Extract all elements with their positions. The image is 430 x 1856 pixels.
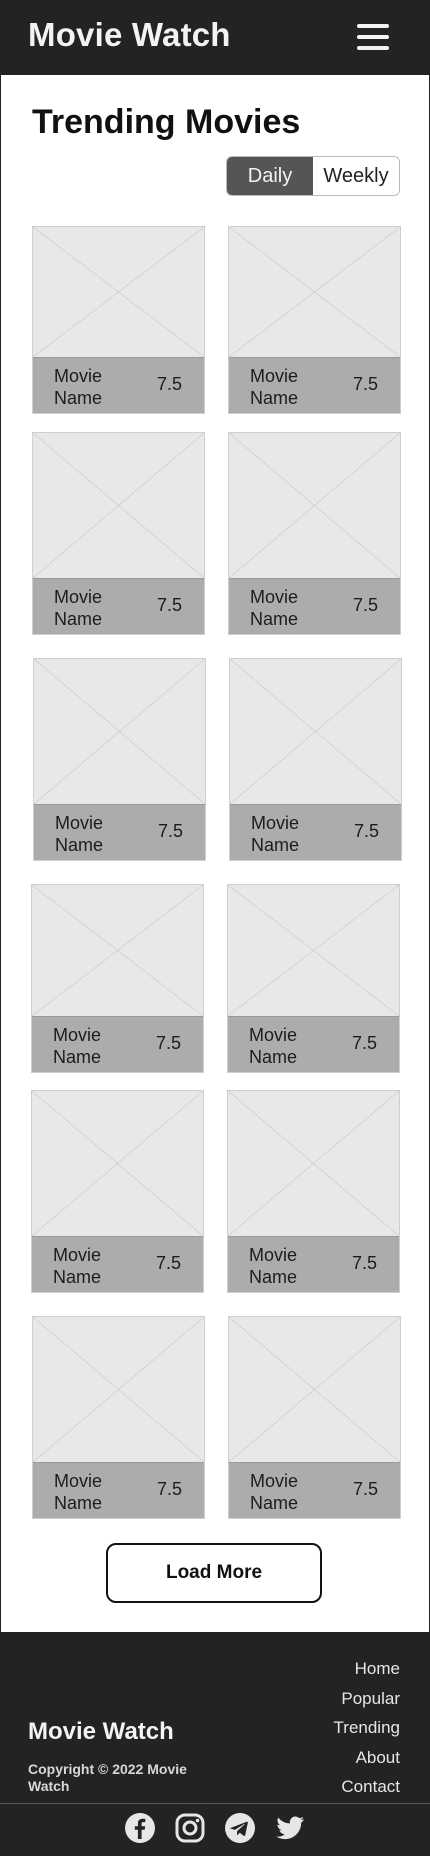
image-placeholder-icon (229, 227, 400, 357)
card-caption: Movie Name 7.5 (230, 804, 401, 860)
image-placeholder-icon (228, 1091, 399, 1236)
card-caption: Movie Name 7.5 (32, 1236, 203, 1292)
social-links (0, 1812, 430, 1848)
card-caption: Movie Name 7.5 (229, 1462, 400, 1518)
movie-name: Movie Name (54, 587, 103, 629)
footer-link-trending[interactable]: Trending (334, 1713, 400, 1743)
card-caption: Movie Name 7.5 (228, 1016, 399, 1072)
footer-link-popular[interactable]: Popular (334, 1684, 400, 1714)
poster-placeholder (32, 1091, 203, 1236)
poster-placeholder (229, 227, 400, 357)
card-caption: Movie Name 7.5 (33, 578, 204, 634)
movie-name: Movie Name (250, 587, 299, 629)
image-placeholder-icon (32, 1091, 203, 1236)
movie-name: Movie Name (249, 1025, 298, 1067)
poster-placeholder (230, 659, 401, 804)
footer-brand[interactable]: Movie Watch (28, 1718, 174, 1746)
poster-placeholder (229, 433, 400, 578)
movie-rating: 7.5 (156, 374, 182, 394)
image-placeholder-icon (229, 1317, 400, 1462)
menu-bar-1 (357, 24, 389, 28)
movie-card[interactable]: Movie Name 7.5 (31, 884, 204, 1073)
movie-rating: 7.5 (157, 821, 183, 841)
movie-name: Movie Name (249, 1245, 298, 1287)
menu-bar-3 (357, 46, 389, 50)
movie-card[interactable]: Movie Name 7.5 (227, 884, 400, 1073)
poster-placeholder (32, 885, 203, 1016)
movie-rating: 7.5 (352, 374, 378, 394)
toggle-daily[interactable]: Daily (227, 157, 313, 195)
movie-rating: 7.5 (156, 595, 182, 615)
movie-card[interactable]: Movie Name 7.5 (228, 1316, 401, 1519)
movie-card[interactable]: Movie Name 7.5 (229, 658, 402, 861)
footer-link-contact[interactable]: Contact (334, 1772, 400, 1802)
footer-link-home[interactable]: Home (334, 1654, 400, 1684)
movie-name: Movie Name (250, 1471, 299, 1513)
image-placeholder-icon (230, 659, 401, 804)
movie-name: Movie Name (251, 813, 300, 855)
image-placeholder-icon (34, 659, 205, 804)
image-placeholder-icon (32, 885, 203, 1016)
movie-card[interactable]: Movie Name 7.5 (33, 658, 206, 861)
card-caption: Movie Name 7.5 (228, 1236, 399, 1292)
load-more-button[interactable]: Load More (106, 1543, 322, 1603)
card-caption: Movie Name 7.5 (33, 1462, 204, 1518)
site-footer: Movie Watch Copyright © 2022 Movie Watch… (0, 1632, 430, 1856)
movie-rating: 7.5 (351, 1033, 377, 1053)
movie-name: Movie Name (54, 1471, 103, 1513)
poster-placeholder (228, 885, 399, 1016)
image-placeholder-icon (229, 433, 400, 578)
movie-rating: 7.5 (351, 1253, 377, 1273)
card-caption: Movie Name 7.5 (229, 578, 400, 634)
image-placeholder-icon (228, 885, 399, 1016)
poster-placeholder (33, 433, 204, 578)
movie-card[interactable]: Movie Name 7.5 (228, 226, 401, 414)
poster-placeholder (33, 227, 204, 357)
top-navbar: Movie Watch (0, 0, 430, 75)
copyright-text: Copyright © 2022 Movie Watch (28, 1761, 187, 1794)
poster-placeholder (228, 1091, 399, 1236)
footer-divider (0, 1803, 430, 1804)
footer-link-about[interactable]: About (334, 1743, 400, 1773)
movie-rating: 7.5 (352, 595, 378, 615)
period-toggle: Daily Weekly (226, 156, 400, 196)
telegram-icon[interactable] (224, 1812, 256, 1844)
card-caption: Movie Name 7.5 (34, 804, 205, 860)
movie-rating: 7.5 (155, 1033, 181, 1053)
movie-card[interactable]: Movie Name 7.5 (228, 432, 401, 635)
movie-card[interactable]: Movie Name 7.5 (31, 1090, 204, 1293)
brand-logo[interactable]: Movie Watch (28, 16, 231, 54)
instagram-icon[interactable] (174, 1812, 206, 1844)
card-caption: Movie Name 7.5 (229, 357, 400, 413)
movie-card[interactable]: Movie Name 7.5 (32, 226, 205, 414)
card-caption: Movie Name 7.5 (33, 357, 204, 413)
twitter-icon[interactable] (274, 1812, 306, 1844)
movie-card[interactable]: Movie Name 7.5 (227, 1090, 400, 1293)
toggle-weekly[interactable]: Weekly (313, 157, 399, 195)
movie-name: Movie Name (250, 366, 299, 408)
page-title: Trending Movies (32, 103, 301, 141)
movie-name: Movie Name (53, 1245, 102, 1287)
image-placeholder-icon (33, 1317, 204, 1462)
movie-rating: 7.5 (156, 1479, 182, 1499)
movie-rating: 7.5 (155, 1253, 181, 1273)
poster-placeholder (229, 1317, 400, 1462)
poster-placeholder (33, 1317, 204, 1462)
movie-rating: 7.5 (352, 1479, 378, 1499)
movie-rating: 7.5 (353, 821, 379, 841)
poster-placeholder (34, 659, 205, 804)
menu-bar-2 (357, 35, 389, 39)
card-caption: Movie Name 7.5 (32, 1016, 203, 1072)
movie-card[interactable]: Movie Name 7.5 (32, 1316, 205, 1519)
facebook-icon[interactable] (124, 1812, 156, 1844)
movie-name: Movie Name (55, 813, 104, 855)
movie-name: Movie Name (54, 366, 103, 408)
image-placeholder-icon (33, 433, 204, 578)
image-placeholder-icon (33, 227, 204, 357)
movie-name: Movie Name (53, 1025, 102, 1067)
movie-card[interactable]: Movie Name 7.5 (32, 432, 205, 635)
hamburger-menu-icon[interactable] (357, 22, 389, 52)
footer-nav: Home Popular Trending About Contact (334, 1654, 400, 1802)
